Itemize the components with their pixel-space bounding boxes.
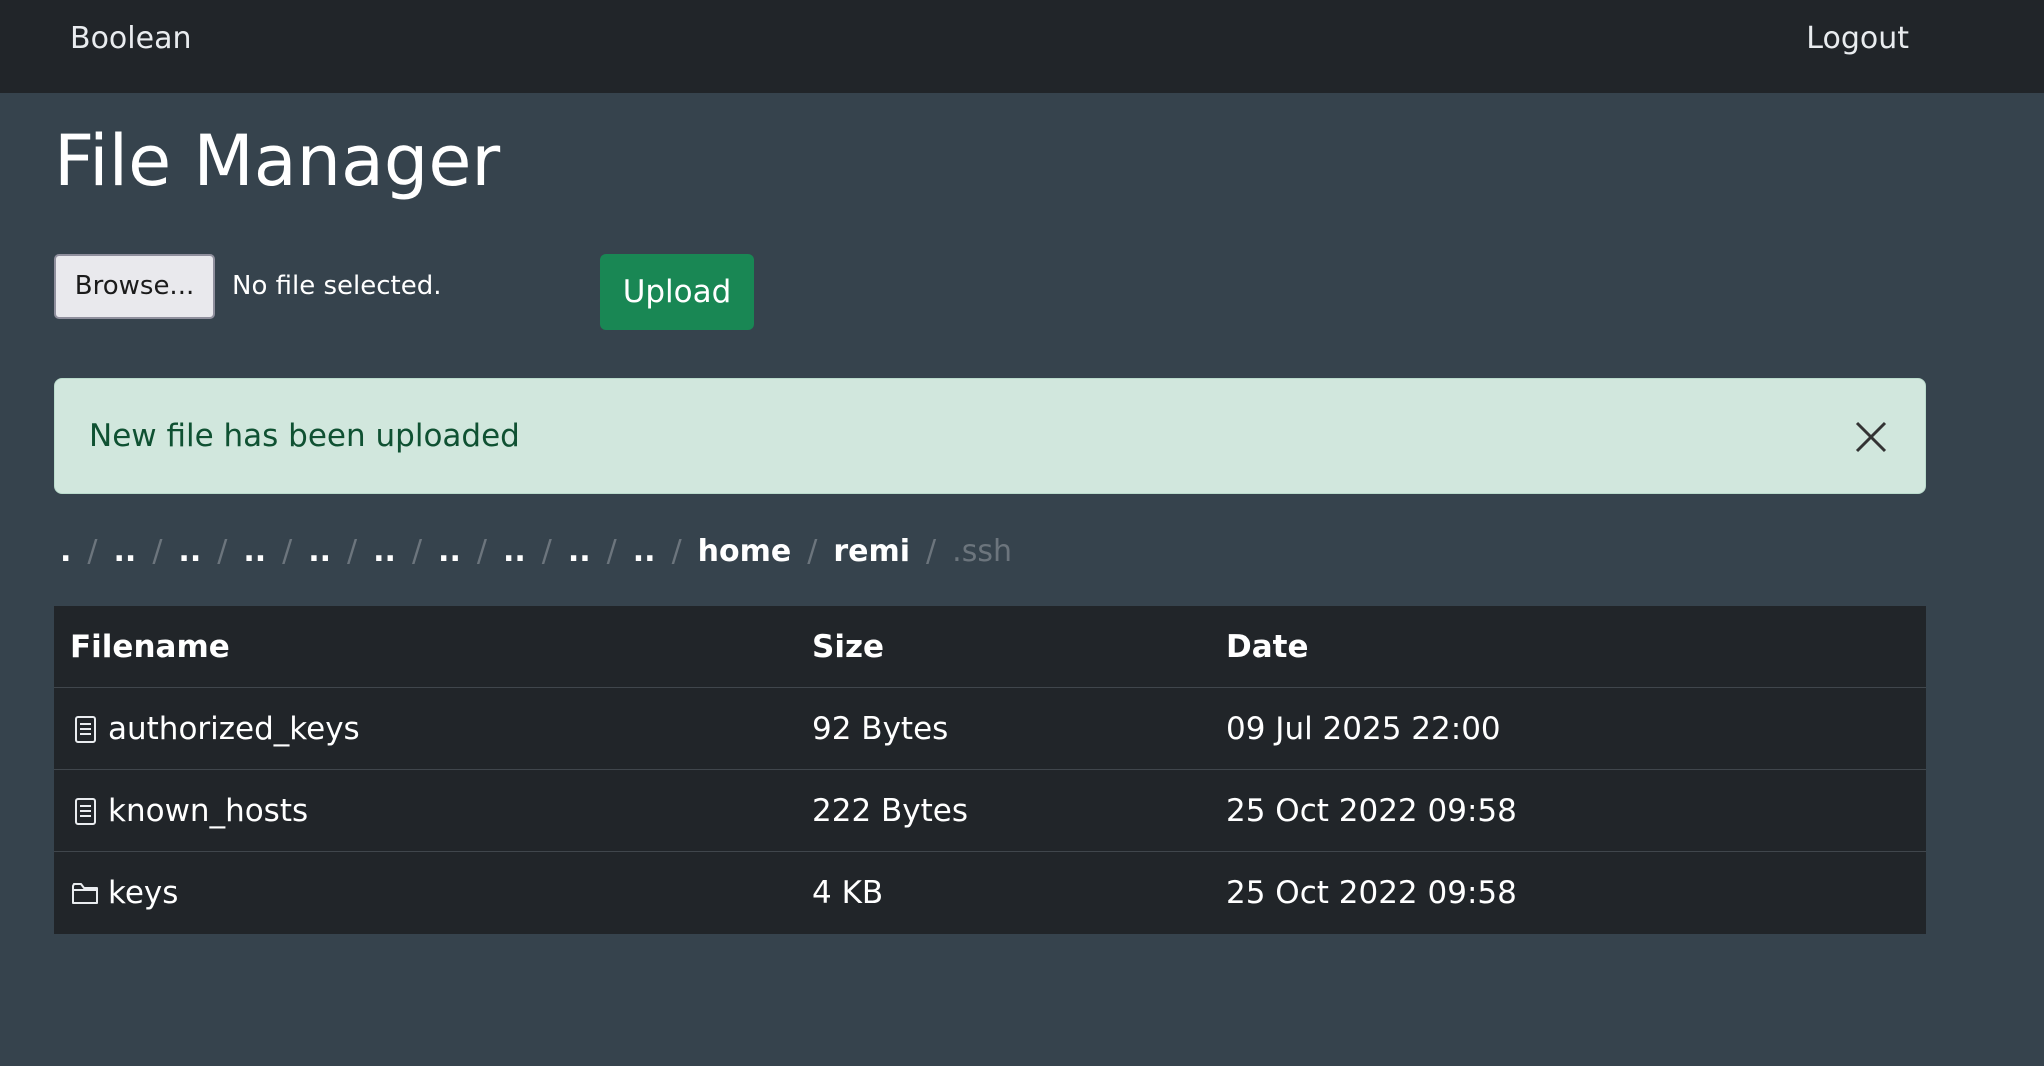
file-date: 25 Oct 2022 09:58 — [1226, 875, 1517, 911]
file-status-text: No file selected. — [232, 271, 442, 301]
breadcrumb-item[interactable]: .. — [308, 534, 331, 569]
table-row: known_hosts 222 Bytes 25 Oct 2022 09:58 — [54, 770, 1926, 852]
table-header-row: Filename Size Date — [54, 606, 1926, 688]
breadcrumb-separator: / — [347, 533, 358, 569]
logout-link[interactable]: Logout — [1806, 20, 1909, 58]
file-date: 09 Jul 2025 22:00 — [1226, 711, 1501, 747]
breadcrumb-separator: / — [152, 533, 163, 569]
breadcrumb-separator: / — [926, 533, 937, 569]
breadcrumb-item[interactable]: .. — [568, 534, 591, 569]
file-size: 4 KB — [812, 875, 884, 911]
breadcrumb-separator: / — [541, 533, 552, 569]
folder-name: keys — [108, 875, 179, 911]
breadcrumb-item[interactable]: remi — [833, 534, 910, 569]
breadcrumb-item[interactable]: . — [60, 534, 71, 569]
upload-button[interactable]: Upload — [600, 254, 754, 330]
navbar: Boolean Logout — [0, 0, 2044, 93]
breadcrumb-item[interactable]: .. — [178, 534, 201, 569]
folder-icon — [70, 878, 100, 908]
breadcrumb-item: .ssh — [952, 533, 1012, 569]
breadcrumb-separator: / — [606, 533, 617, 569]
page-title: File Manager — [54, 120, 501, 202]
breadcrumb-item[interactable]: home — [698, 534, 792, 569]
breadcrumb-separator: / — [217, 533, 228, 569]
file-link[interactable]: authorized_keys — [70, 688, 360, 770]
file-link[interactable]: known_hosts — [70, 770, 308, 852]
breadcrumb-item[interactable]: .. — [503, 534, 526, 569]
success-alert: New file has been uploaded — [54, 378, 1926, 494]
header-date: Date — [1226, 629, 1309, 665]
header-size: Size — [812, 629, 885, 665]
breadcrumb-separator: / — [411, 533, 423, 569]
table-row: authorized_keys 92 Bytes 09 Jul 2025 22:… — [54, 688, 1926, 770]
file-size: 92 Bytes — [812, 711, 949, 747]
header-filename: Filename — [70, 629, 230, 665]
file-size: 222 Bytes — [812, 793, 969, 829]
file-name: authorized_keys — [108, 711, 360, 747]
breadcrumb-separator: / — [87, 533, 98, 569]
browse-button[interactable]: Browse... — [54, 254, 215, 319]
table-row: keys 4 KB 25 Oct 2022 09:58 — [54, 852, 1926, 934]
close-icon[interactable] — [1851, 417, 1891, 457]
breadcrumb-separator: / — [282, 533, 293, 569]
file-name: known_hosts — [108, 793, 309, 829]
file-text-icon — [70, 796, 100, 826]
file-text-icon — [70, 714, 100, 744]
brand-link[interactable]: Boolean — [70, 20, 191, 58]
breadcrumb-item[interactable]: .. — [243, 534, 266, 569]
file-date: 25 Oct 2022 09:58 — [1226, 793, 1517, 829]
folder-link[interactable]: keys — [70, 852, 178, 934]
breadcrumb-item[interactable]: .. — [114, 534, 137, 569]
breadcrumb: . /.. /.. /.. /.. /.. /.. /.. /.. /.. / home / remi /.… — [60, 528, 1012, 574]
breadcrumb-item[interactable]: .. — [633, 534, 656, 569]
alert-message: New file has been uploaded — [89, 418, 520, 454]
breadcrumb-item[interactable]: .. — [373, 534, 396, 569]
breadcrumb-separator: / — [476, 533, 487, 569]
breadcrumb-separator: / — [807, 533, 818, 569]
breadcrumb-separator: / — [671, 533, 682, 569]
breadcrumb-item[interactable]: .. — [438, 534, 461, 569]
file-table: Filename Size Date authorized_keys 92 By… — [54, 606, 1926, 934]
